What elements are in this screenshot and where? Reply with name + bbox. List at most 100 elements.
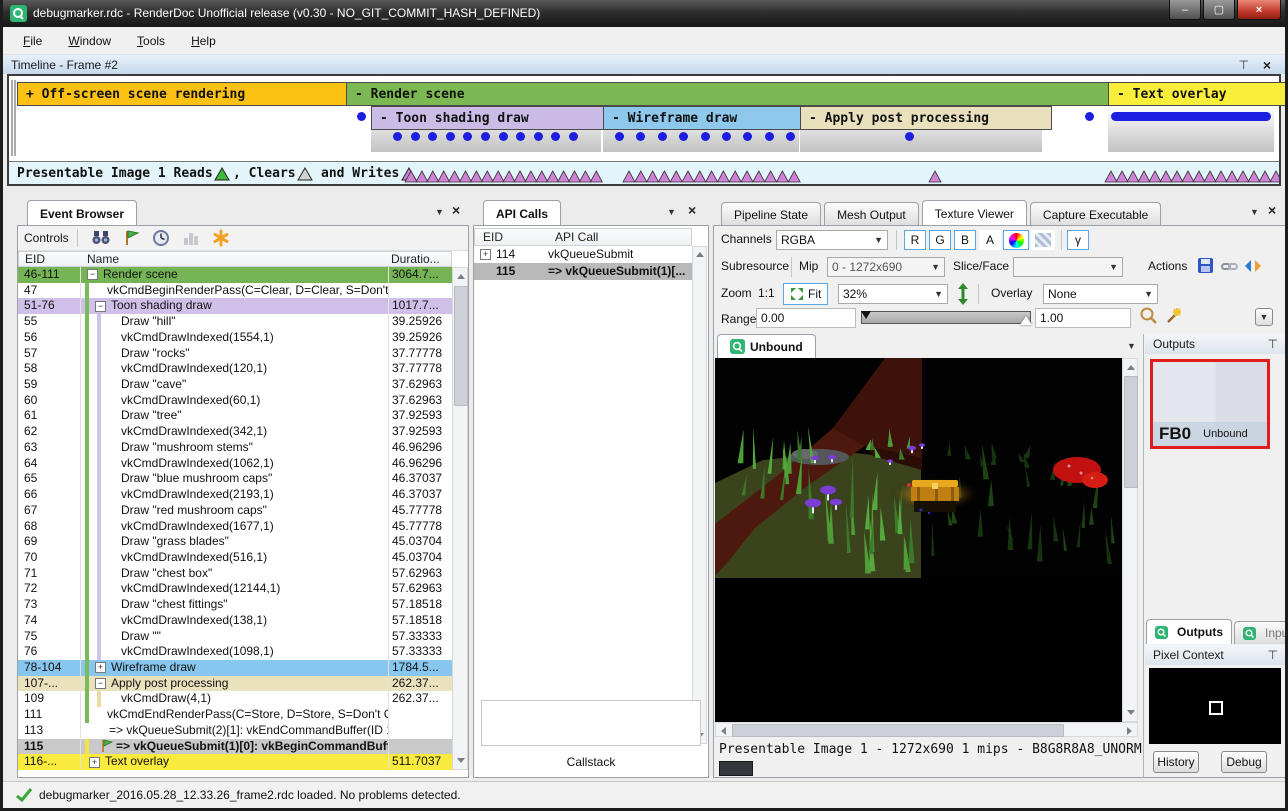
- timeline-bar[interactable]: + Off-screen scene rendering: [17, 82, 355, 106]
- timeline-grip2[interactable]: [14, 80, 16, 156]
- channel-a-button[interactable]: A: [979, 230, 1001, 250]
- menu-help[interactable]: Help: [191, 34, 216, 48]
- timeline-bar[interactable]: - Text overlay: [1108, 82, 1288, 106]
- event-row[interactable]: 72vkCmdDrawIndexed(12144,1)57.62963: [18, 581, 452, 597]
- slice-face-dropdown[interactable]: ▼: [1013, 257, 1123, 277]
- event-row[interactable]: 46-111−Render scene3064.7...: [18, 267, 452, 283]
- event-row[interactable]: 74vkCmdDrawIndexed(138,1)57.18518: [18, 613, 452, 629]
- event-row[interactable]: 73Draw "chest fittings"57.18518: [18, 597, 452, 613]
- pixel-context-pin-icon[interactable]: ⊤: [1268, 648, 1278, 662]
- event-row[interactable]: 107-...−Apply post processing262.37...: [18, 676, 452, 692]
- event-row[interactable]: 70vkCmdDrawIndexed(516,1)45.03704: [18, 550, 452, 566]
- timeline-bar[interactable]: - Wireframe draw: [603, 106, 809, 130]
- tab-mesh-output[interactable]: Mesh Output: [824, 202, 919, 227]
- event-row[interactable]: 78-104+Wireframe draw1784.5...: [18, 660, 452, 676]
- tab-api-calls[interactable]: API Calls: [483, 200, 561, 226]
- range-black-handle[interactable]: [861, 311, 871, 319]
- mip-dropdown[interactable]: 0 - 1272x690▼: [827, 257, 945, 277]
- event-row[interactable]: 61Draw "tree"37.92593: [18, 408, 452, 424]
- event-row[interactable]: 65Draw "blue mushroom caps"46.37037: [18, 471, 452, 487]
- expand-toggle[interactable]: +: [95, 662, 106, 673]
- menu-tools[interactable]: Tools: [137, 34, 165, 48]
- event-row[interactable]: 75Draw ""57.33333: [18, 629, 452, 645]
- tab-outputs[interactable]: Outputs: [1146, 619, 1232, 644]
- event-row[interactable]: 109vkCmdDraw(4,1)262.37...: [18, 691, 452, 707]
- event-row[interactable]: 57Draw "rocks"37.77778: [18, 346, 452, 362]
- pin-icon[interactable]: ⊤: [1239, 58, 1249, 72]
- overlay-dropdown[interactable]: None▼: [1043, 284, 1158, 304]
- channel-g-button[interactable]: G: [929, 230, 951, 250]
- event-browser-scrollbar[interactable]: [452, 267, 468, 770]
- event-row[interactable]: 115=> vkQueueSubmit(1)[0]: vkBeginComman…: [18, 739, 452, 755]
- expand-toggle[interactable]: −: [87, 269, 98, 280]
- event-row[interactable]: 69Draw "grass blades"45.03704: [18, 534, 452, 550]
- close-button[interactable]: ×: [1237, 0, 1281, 20]
- gamma-button[interactable]: γ: [1067, 230, 1089, 250]
- expand-toggle[interactable]: +: [89, 757, 100, 768]
- link-icon[interactable]: [1220, 256, 1240, 276]
- tab-unbound[interactable]: Unbound: [717, 334, 816, 358]
- toolbar-overflow-button[interactable]: ▼: [1255, 308, 1273, 326]
- bookmark-icon[interactable]: [211, 229, 231, 247]
- tab-pipeline-state[interactable]: Pipeline State: [721, 202, 821, 227]
- autofit-wand-icon[interactable]: [1163, 306, 1183, 326]
- texture-horizontal-scrollbar[interactable]: [715, 722, 1138, 737]
- range-min-input[interactable]: 0.00: [756, 308, 856, 328]
- event-row[interactable]: 47vkCmdBeginRenderPass(C=Clear, D=Clear,…: [18, 283, 452, 299]
- close-icon[interactable]: ×: [1263, 60, 1271, 70]
- checker-background-icon[interactable]: [1031, 230, 1055, 250]
- expand-toggle[interactable]: +: [480, 249, 491, 260]
- timeline-bar[interactable]: - Apply post processing: [800, 106, 1052, 130]
- event-row[interactable]: 76vkCmdDrawIndexed(1098,1)57.33333: [18, 644, 452, 660]
- channel-b-button[interactable]: B: [954, 230, 976, 250]
- tab-inputs[interactable]: Inputs: [1234, 621, 1288, 644]
- event-row[interactable]: 111vkCmdEndRenderPass(C=Store, D=Store, …: [18, 707, 452, 723]
- timeline-bar[interactable]: - Render scene: [346, 82, 1116, 106]
- api-call-row[interactable]: 115=> vkQueueSubmit(1)[...: [474, 263, 692, 280]
- zoom-1to1-button[interactable]: 1:1: [758, 286, 775, 300]
- api-calls-menu-caret-icon[interactable]: ▼: [667, 207, 676, 217]
- event-row[interactable]: 68vkCmdDrawIndexed(1677,1)45.77778: [18, 519, 452, 535]
- menu-window[interactable]: Window: [68, 34, 111, 48]
- minimize-button[interactable]: –: [1169, 0, 1201, 20]
- time-icon[interactable]: [151, 229, 171, 247]
- expand-toggle[interactable]: −: [95, 301, 106, 312]
- tab-texture-viewer[interactable]: Texture Viewer: [922, 200, 1027, 227]
- event-row[interactable]: 66vkCmdDrawIndexed(2193,1)46.37037: [18, 487, 452, 503]
- range-max-input[interactable]: 1.00: [1035, 308, 1131, 328]
- event-row[interactable]: 60vkCmdDrawIndexed(60,1)37.62963: [18, 393, 452, 409]
- event-row[interactable]: 67Draw "red mushroom caps"45.77778: [18, 503, 452, 519]
- history-button[interactable]: History: [1153, 751, 1199, 773]
- fit-button[interactable]: Fit: [783, 283, 828, 305]
- event-row[interactable]: 51-76−Toon shading draw1017.7...: [18, 298, 452, 314]
- right-panel-menu-caret-icon[interactable]: ▼: [1250, 207, 1259, 217]
- flag-icon[interactable]: [121, 229, 141, 247]
- expand-toggle[interactable]: −: [95, 678, 106, 689]
- preview-tabs-caret-icon[interactable]: ▼: [1127, 341, 1136, 351]
- event-row[interactable]: 71Draw "chest box"57.62963: [18, 566, 452, 582]
- event-browser-menu-caret-icon[interactable]: ▼: [435, 207, 444, 217]
- range-white-handle[interactable]: [1020, 316, 1032, 325]
- debug-button[interactable]: Debug: [1221, 751, 1267, 773]
- api-calls-column-header[interactable]: EID API Call: [474, 228, 692, 246]
- event-row[interactable]: 63Draw "mushroom stems"46.96296: [18, 440, 452, 456]
- texture-vertical-scrollbar[interactable]: [1122, 358, 1138, 722]
- event-browser-close-icon[interactable]: ×: [452, 205, 460, 215]
- output-thumbnail-fb0[interactable]: FB0 Unbound: [1150, 359, 1270, 449]
- menu-file[interactable]: File: [23, 34, 42, 48]
- save-icon[interactable]: [1196, 256, 1216, 276]
- outputs-pin-icon[interactable]: ⊤: [1268, 337, 1278, 351]
- event-row[interactable]: 56vkCmdDrawIndexed(1554,1)39.25926: [18, 330, 452, 346]
- tab-event-browser[interactable]: Event Browser: [27, 200, 137, 226]
- event-row[interactable]: 64vkCmdDrawIndexed(1062,1)46.96296: [18, 456, 452, 472]
- event-row[interactable]: 59Draw "cave"37.62963: [18, 377, 452, 393]
- pixel-context-view[interactable]: [1149, 668, 1281, 744]
- api-calls-close-icon[interactable]: ×: [688, 205, 696, 215]
- event-browser-column-header[interactable]: EID Name Duratio...: [18, 251, 452, 267]
- tab-capture-executable[interactable]: Capture Executable: [1030, 202, 1161, 227]
- event-row[interactable]: 113=> vkQueueSubmit(2)[1]: vkEndCommandB…: [18, 723, 452, 739]
- flip-y-icon[interactable]: [956, 283, 970, 305]
- channels-dropdown[interactable]: RGBA▼: [776, 230, 888, 250]
- event-row[interactable]: 55Draw "hill"39.25926: [18, 314, 452, 330]
- goto-resource-icon[interactable]: [1243, 256, 1263, 276]
